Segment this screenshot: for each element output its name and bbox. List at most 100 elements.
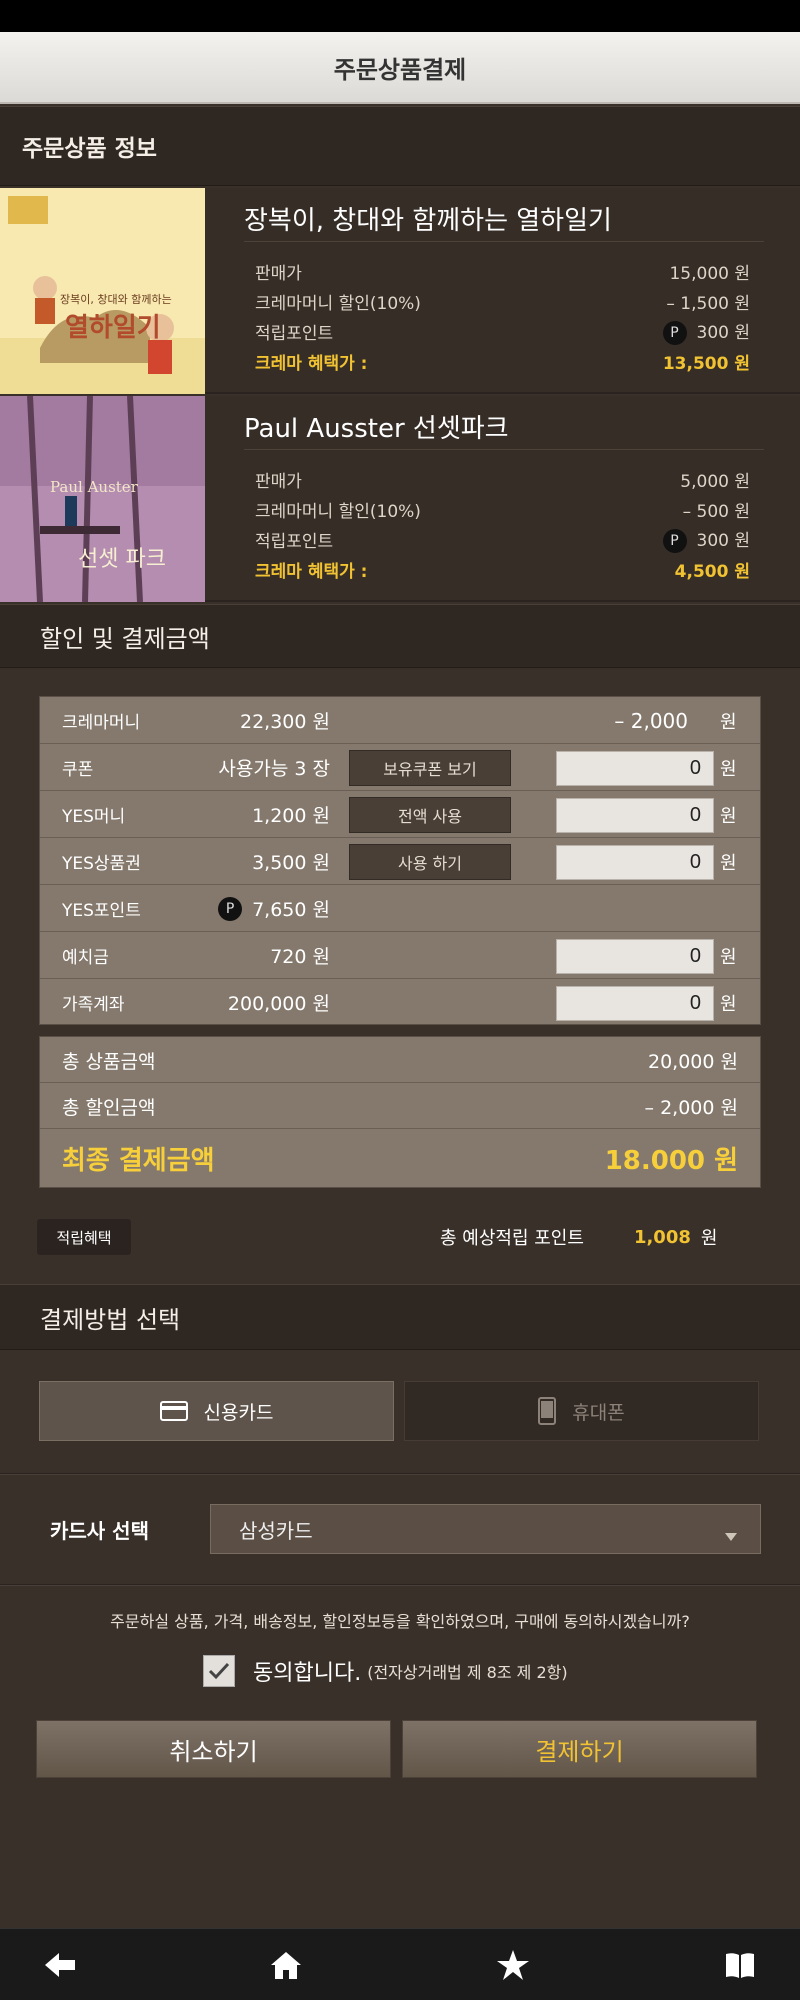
- unit-label: 원: [720, 852, 737, 874]
- yes-point-row: YES포인트 P 7,650 원: [40, 885, 760, 932]
- row-balance: 200,000 원: [227, 993, 330, 1015]
- discount-value: – 500 원: [682, 501, 750, 522]
- final-label: 최종 결제금액: [62, 1145, 215, 1176]
- cancel-button[interactable]: 취소하기: [36, 1720, 391, 1778]
- crema-discount-row: 크레마머니 할인(10%) – 1,500 원: [255, 286, 750, 316]
- expected-points-label: 총 예상적립 포인트: [440, 1228, 584, 1249]
- divider: [0, 1584, 800, 1586]
- mobile-phone-button[interactable]: 휴대폰: [404, 1381, 759, 1441]
- benefit-label: 크레마 혜택가 :: [255, 353, 368, 374]
- unit-label: 원: [720, 711, 737, 733]
- agree-label: 동의합니다.: [253, 1661, 362, 1686]
- book-icon[interactable]: [700, 1929, 780, 2000]
- product-item[interactable]: 장복이, 창대와 함께하는 열하일기 장복이, 창대와 함께하는 열하일기 판매…: [0, 188, 800, 394]
- book-cover-image: 장복이, 창대와 함께하는 열하일기: [0, 188, 205, 394]
- row-label: 쿠폰: [62, 760, 94, 780]
- discount-total-value: – 2,000 원: [644, 1096, 738, 1119]
- crema-money-row: 크레마머니 22,300 원 – 2,000 원: [40, 697, 760, 744]
- unit-label: 원: [720, 946, 737, 968]
- cover-title: 선셋 파크: [78, 547, 166, 572]
- pay-button[interactable]: 결제하기: [402, 1720, 757, 1778]
- unit-label: 원: [720, 805, 737, 827]
- agree-note: (전자상거래법 제 8조 제 2항): [367, 1663, 568, 1682]
- status-bar: [0, 0, 800, 32]
- discount-header: 할인 및 결제금액: [0, 604, 800, 668]
- discount-total-label: 총 할인금액: [62, 1096, 156, 1119]
- agreement-notice: 주문하실 상품, 가격, 배송정보, 할인정보등을 확인하였으며, 구매에 동의…: [110, 1612, 690, 1631]
- unit-label: 원: [720, 758, 737, 780]
- back-icon[interactable]: [20, 1929, 100, 2000]
- view-coupons-button[interactable]: 보유쿠폰 보기: [349, 750, 511, 786]
- agree-checkbox[interactable]: [203, 1655, 235, 1687]
- point-icon: P: [662, 528, 687, 553]
- checkmark-icon: [208, 1662, 230, 1680]
- coupon-amount-input[interactable]: [556, 751, 714, 786]
- deposit-input[interactable]: [556, 939, 714, 974]
- unit-label: 원: [720, 993, 737, 1015]
- credit-card-button[interactable]: 신용카드: [39, 1381, 394, 1441]
- bottom-nav: [0, 1928, 800, 2000]
- family-account-input[interactable]: [556, 986, 714, 1021]
- row-label: 크레마머니: [62, 713, 141, 733]
- discount-value: – 1,500 원: [666, 293, 750, 314]
- section-title: 할인 및 결제금액: [40, 624, 210, 653]
- page-title: 주문상품결제: [333, 55, 467, 84]
- row-label: YES머니: [62, 807, 126, 827]
- mobile-phone-label: 휴대폰: [572, 1401, 625, 1424]
- benefit-value: 4,500 원: [674, 561, 750, 582]
- payment-method-header: 결제방법 선택: [0, 1284, 800, 1350]
- credit-card-icon: [159, 1401, 188, 1421]
- point-icon: P: [218, 896, 243, 921]
- home-icon[interactable]: [246, 1929, 326, 2000]
- product-item[interactable]: Paul Auster 선셋 파크 Paul Ausster 선셋파크 판매가 …: [0, 396, 800, 602]
- product-name: 장복이, 창대와 함께하는 열하일기: [244, 196, 764, 242]
- cover-subtitle: 장복이, 창대와 함께하는: [60, 292, 172, 306]
- card-select-label: 카드사 선택: [50, 1518, 149, 1543]
- total-discount-row: 총 할인금액 – 2,000 원: [40, 1083, 760, 1129]
- row-balance: 7,650 원: [252, 899, 330, 921]
- star-icon[interactable]: [473, 1929, 553, 2000]
- cover-subtitle: Paul Auster: [50, 478, 139, 496]
- row-balance: 3,500 원: [252, 852, 330, 874]
- book-cover-image: Paul Auster 선셋 파크: [0, 396, 205, 602]
- gift-card-row: YES상품권 3,500 원 사용 하기 원: [40, 838, 760, 885]
- price-value: 5,000 원: [680, 471, 750, 492]
- section-title: 결제방법 선택: [40, 1305, 181, 1334]
- credit-card-label: 신용카드: [203, 1401, 274, 1424]
- divider: [0, 1473, 800, 1475]
- price-row: 판매가 5,000 원: [255, 464, 750, 494]
- benefit-price-row: 크레마 혜택가 : 13,500 원: [255, 346, 750, 376]
- benefit-label: 크레마 혜택가 :: [255, 561, 368, 582]
- points-value: 300 원: [696, 322, 751, 343]
- row-balance: 720 원: [270, 946, 330, 968]
- cover-title: 열하일기: [65, 313, 161, 343]
- row-label: 예치금: [62, 948, 109, 968]
- total-amount-row: 총 상품금액 20,000 원: [40, 1037, 760, 1083]
- row-label: YES포인트: [62, 901, 141, 921]
- discount-label: 크레마머니 할인(10%): [255, 501, 421, 522]
- points-row: 적립포인트 P 300 원: [255, 524, 750, 554]
- point-icon: P: [662, 320, 687, 345]
- final-value: 18.000 원: [604, 1145, 738, 1176]
- benefit-value: 13,500 원: [662, 353, 750, 374]
- yes-money-input[interactable]: [556, 798, 714, 833]
- crema-money-discount: – 2,000: [614, 708, 688, 733]
- gift-card-input[interactable]: [556, 845, 714, 880]
- coupon-row: 쿠폰 사용가능 3 장 보유쿠폰 보기 원: [40, 744, 760, 791]
- use-gift-card-button[interactable]: 사용 하기: [349, 844, 511, 880]
- points-value: 300 원: [696, 530, 751, 551]
- use-all-button[interactable]: 전액 사용: [349, 797, 511, 833]
- price-value: 15,000 원: [669, 263, 750, 284]
- points-row: 적립포인트 P 300 원: [255, 316, 750, 346]
- order-info-header: 주문상품 정보: [0, 106, 800, 186]
- points-label: 적립포인트: [255, 531, 334, 552]
- row-balance: 1,200 원: [252, 805, 330, 827]
- expected-points: 총 예상적립 포인트 1,008 원: [440, 1219, 717, 1255]
- benefit-tag: 적립혜택: [37, 1219, 131, 1255]
- row-label: YES상품권: [62, 854, 141, 874]
- yes-money-row: YES머니 1,200 원 전액 사용 원: [40, 791, 760, 838]
- row-balance: 22,300 원: [239, 711, 330, 733]
- card-company-select[interactable]: 삼성카드: [210, 1504, 761, 1554]
- total-value: 20,000 원: [647, 1050, 738, 1073]
- chevron-down-icon: [724, 1523, 738, 1547]
